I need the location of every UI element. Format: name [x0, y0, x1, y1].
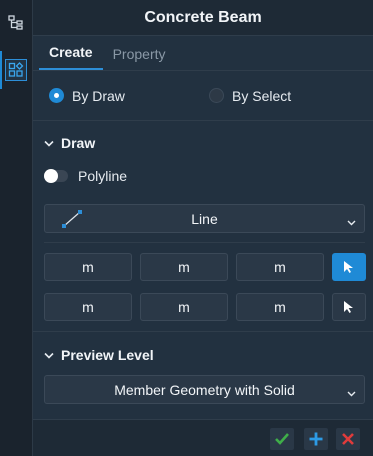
coord-z-field[interactable]: m: [236, 293, 324, 321]
chevron-down-icon: [347, 384, 356, 400]
shape-type-value: Line: [191, 210, 218, 227]
tab-bar: Create Property: [33, 36, 373, 71]
preview-level-section-header[interactable]: Preview Level: [33, 339, 373, 371]
close-icon[interactable]: [336, 428, 360, 450]
concrete-beam-panel: Concrete Beam Create Property By Draw By…: [33, 0, 373, 456]
chevron-down-icon: [42, 352, 56, 359]
radio-on-icon: [49, 88, 64, 103]
check-icon[interactable]: [270, 428, 294, 450]
chevron-down-icon: [347, 213, 356, 229]
tab-property[interactable]: Property: [103, 46, 176, 70]
radio-off-icon: [209, 88, 224, 103]
tab-create[interactable]: Create: [39, 44, 103, 70]
coord-y-field[interactable]: m: [140, 293, 228, 321]
cursor-icon: [344, 261, 353, 273]
active-indicator: [0, 51, 2, 89]
plus-icon[interactable]: [304, 428, 328, 450]
polyline-toggle-row: Polyline: [33, 159, 373, 193]
radio-by-draw[interactable]: By Draw: [49, 88, 209, 104]
cursor-icon: [344, 301, 353, 313]
preview-level-select[interactable]: Member Geometry with Solid: [44, 375, 365, 404]
line-icon: [61, 209, 83, 232]
divider: [44, 242, 365, 243]
preview-level-value: Member Geometry with Solid: [114, 381, 295, 398]
radio-label: By Draw: [72, 87, 125, 104]
section-title: Draw: [61, 135, 96, 151]
shape-type-select[interactable]: Line: [44, 204, 365, 233]
coord-x-field[interactable]: m: [44, 293, 132, 321]
tree-icon[interactable]: [5, 12, 27, 34]
coord-x-field[interactable]: m: [44, 253, 132, 281]
grid-icon[interactable]: [5, 59, 27, 81]
polyline-label: Polyline: [78, 168, 128, 184]
pick-point-button[interactable]: [332, 253, 366, 281]
polyline-toggle[interactable]: [44, 169, 68, 183]
radio-label: By Select: [232, 87, 292, 104]
mode-selector: By Draw By Select: [33, 71, 373, 121]
pick-point-button[interactable]: [332, 293, 366, 321]
divider: [33, 331, 373, 332]
coord-z-field[interactable]: m: [236, 253, 324, 281]
radio-by-select[interactable]: By Select: [209, 88, 291, 104]
coord-y-field[interactable]: m: [140, 253, 228, 281]
chevron-down-icon: [42, 140, 56, 147]
panel-title: Concrete Beam: [33, 0, 373, 36]
section-title: Preview Level: [61, 347, 154, 363]
action-footer: [33, 419, 373, 456]
left-sidebar: [0, 0, 33, 456]
draw-section-header[interactable]: Draw: [33, 127, 373, 159]
